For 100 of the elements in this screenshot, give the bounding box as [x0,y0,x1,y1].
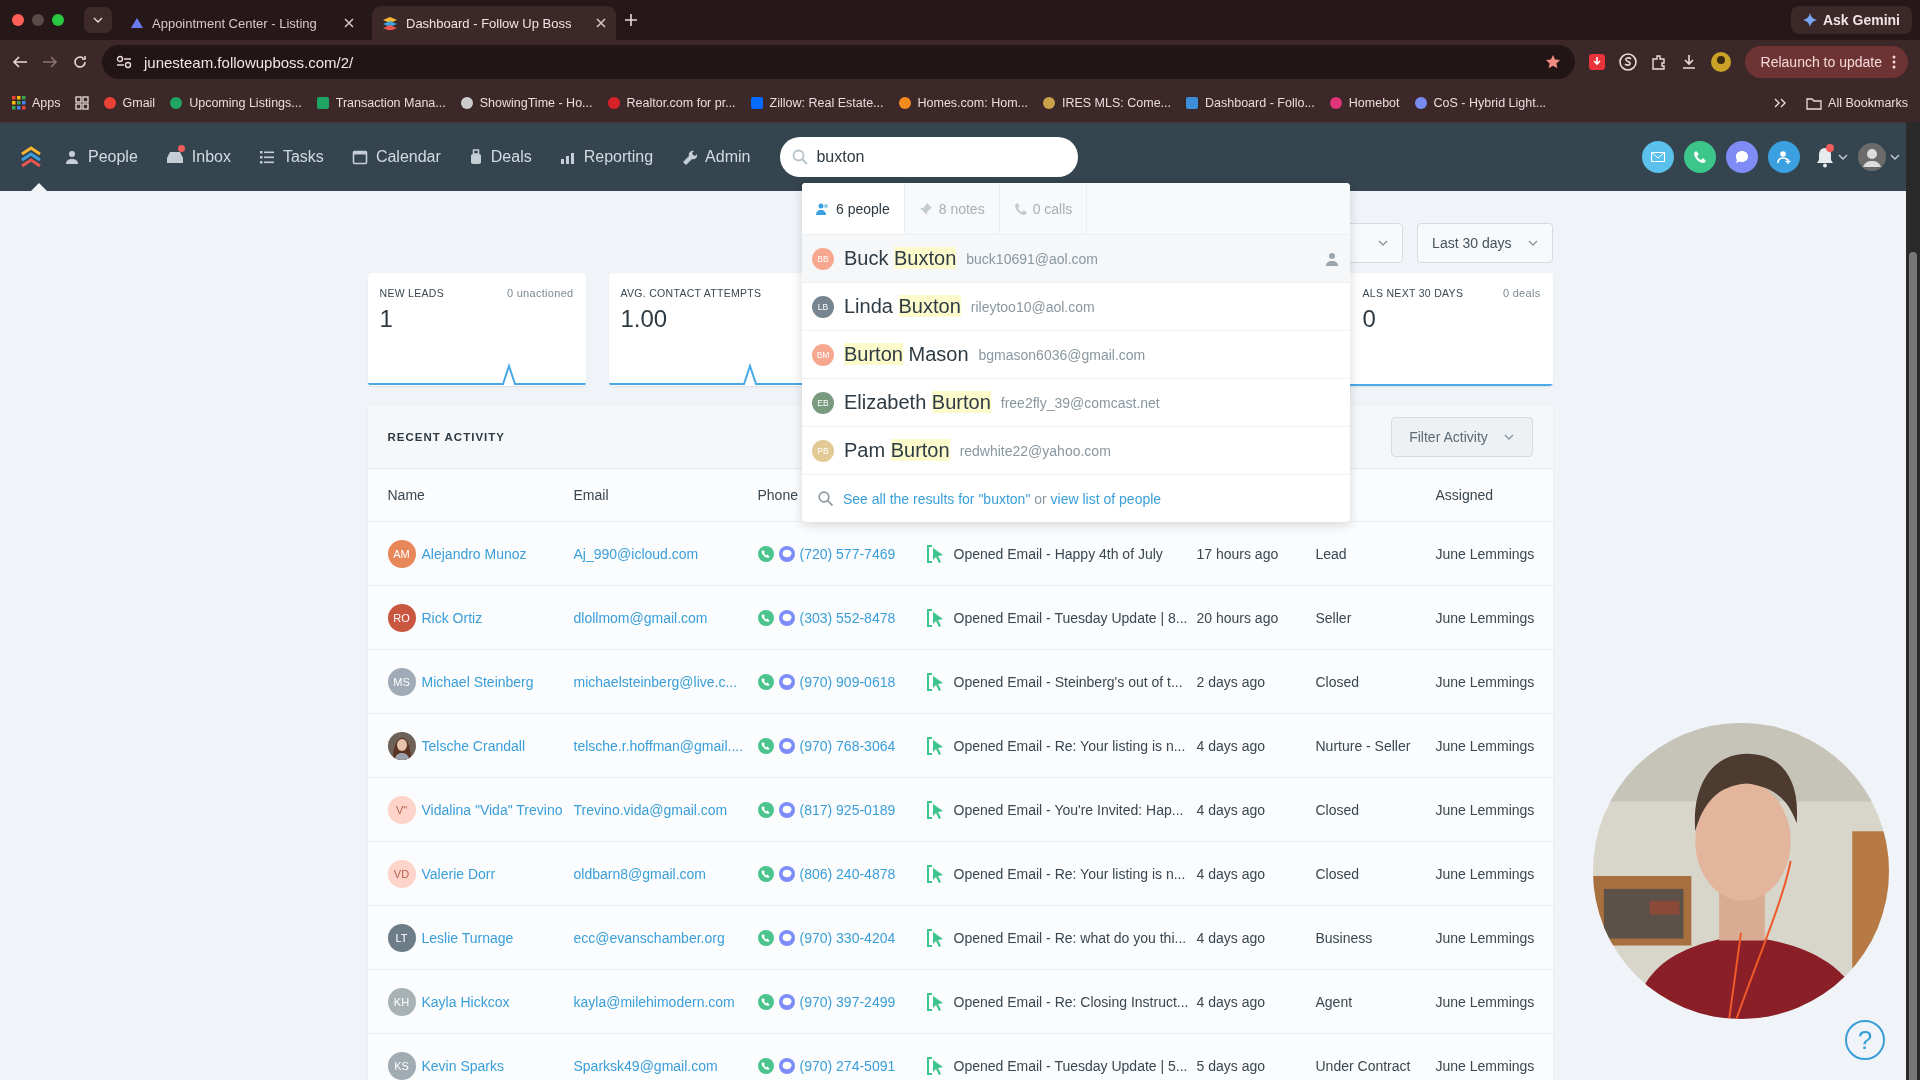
profile-avatar-icon[interactable] [1710,52,1731,72]
more-bookmarks-icon[interactable] [1774,98,1787,108]
back-icon[interactable] [12,54,28,70]
person-name: Buck Buxton [844,247,957,270]
stage-text: Nurture - Seller [1315,737,1412,754]
puzzle-icon[interactable] [1650,54,1667,70]
bookmark[interactable]: Transaction Mana... [315,96,446,110]
text-message-icon[interactable] [778,929,795,946]
bookmark[interactable]: Dashboard - Follo... [1185,96,1315,110]
filter-activity-button[interactable]: Filter Activity [1390,417,1533,457]
assigned-agent: June Lemmings [1435,737,1536,754]
new-tab-icon[interactable] [624,13,638,27]
nav-item[interactable]: Reporting [559,148,654,166]
chevron-down-icon[interactable] [1890,154,1900,160]
reload-icon[interactable] [72,54,88,70]
person-name: Elizabeth Burton [844,391,991,414]
more-icon [1892,55,1896,69]
results-tab[interactable]: 6 people [802,183,905,234]
activity-time: 17 hours ago [1196,545,1280,562]
nav-item[interactable]: People [64,148,138,166]
stat-label: AVG. CONTACT ATTEMPTS [620,287,762,299]
close-icon[interactable] [596,18,606,28]
text-message-icon[interactable] [778,865,795,882]
bookmark[interactable]: Upcoming Listings... [169,96,302,110]
extension-icon[interactable] [1588,54,1605,70]
column-header[interactable]: Assigned [1435,487,1553,503]
email-button[interactable] [1642,141,1674,173]
bookmark[interactable]: Zillow: Real Estate... [749,96,884,110]
close-icon[interactable] [344,18,354,28]
text-message-icon[interactable] [778,993,795,1010]
nav-item[interactable]: Tasks [258,148,324,166]
person-result[interactable]: BM Burton Mason bgmason6036@gmail.com [802,331,1350,379]
pin-icon [918,201,933,216]
activity-text: Opened Email - Re: Your listing is n... [953,737,1186,754]
assigned-agent: June Lemmings [1435,609,1536,626]
person-result[interactable]: BB Buck Buxton buck10691@aol.com [802,235,1350,283]
text-message-icon[interactable] [778,545,795,562]
browser-tab[interactable]: Appointment Center - Listing [120,6,364,40]
star-icon[interactable] [1544,54,1561,70]
relaunch-button[interactable]: Relaunch to update [1744,46,1908,78]
bookmark[interactable]: IRES MLS: Come... [1041,96,1172,110]
assigned-agent: June Lemmings [1435,1057,1536,1074]
message-button[interactable] [1726,141,1758,173]
activity-text: Opened Email - Happy 4th of July [953,545,1163,562]
activity-text: Opened Email - Re: Closing Instruct... [953,993,1189,1010]
text-message-icon[interactable] [778,1057,795,1074]
download-icon[interactable] [1680,54,1697,70]
person-result[interactable]: EB Elizabeth Burton free2fly_39@comcast.net [802,379,1350,427]
bookmark[interactable]: Homes.com: Hom... [897,96,1028,110]
forward-icon[interactable] [42,54,58,70]
window-control-icon[interactable] [52,14,64,26]
date-range-select[interactable]: Last 30 days [1417,223,1553,263]
site-settings-icon[interactable] [116,55,132,69]
bell-icon[interactable] [1814,146,1836,168]
nav-item[interactable]: Admin [681,148,751,166]
nav-item[interactable]: Inbox [165,148,231,166]
bookmark-icon [1041,96,1056,110]
activity-text: Opened Email - Steinberg's out of t... [953,673,1183,690]
avatar: AM [387,539,416,568]
extension-icon[interactable] [1618,53,1637,71]
activity-time: 4 days ago [1196,865,1266,882]
bookmark[interactable]: Gmail [102,96,156,110]
nav-item[interactable]: Deals [468,148,532,166]
search-field[interactable]: buxton [780,137,1079,177]
person-result[interactable]: LB Linda Buxton rileytoo10@aol.com [802,283,1350,331]
assigned-agent: June Lemmings [1435,801,1536,818]
tab-groups-icon[interactable] [74,96,89,110]
address-bar[interactable]: junesteam.followupboss.com/2/ [102,45,1575,79]
stage-text: Seller [1315,609,1353,626]
scrollbar-thumb[interactable] [1909,252,1917,1080]
search-icon [818,491,833,506]
window-control-icon[interactable] [12,14,24,26]
bookmark[interactable]: Apps [12,96,61,110]
browser-tab[interactable]: Dashboard - Follow Up Boss [372,6,616,40]
person-result[interactable]: PB Pam Burton redwhite22@yahoo.com [802,427,1350,475]
text-message-icon[interactable] [778,673,795,690]
add-person-button[interactable] [1768,141,1800,173]
assistant-button[interactable]: Ask Gemini [1790,6,1912,34]
bookmark[interactable]: ShowingTime - Ho... [459,96,593,110]
column-header[interactable]: Email [573,487,758,503]
call-button[interactable] [1684,141,1716,173]
people-icon [816,201,830,216]
mail-icon [1651,152,1665,162]
bookmark[interactable]: Realtor.com for pr... [606,96,736,110]
bookmark[interactable]: Homebot [1328,96,1400,110]
apps-icon[interactable] [12,96,26,110]
text-message-icon[interactable] [778,801,795,818]
logo-icon[interactable] [20,146,42,168]
column-header[interactable]: Name [387,487,574,503]
bookmark[interactable]: CoS - Hybrid Light... [1413,96,1547,110]
text-message-icon[interactable] [778,737,795,754]
chevron-down-icon[interactable] [1838,154,1848,160]
text-message-icon[interactable] [778,609,795,626]
nav-item[interactable]: Calendar [351,148,441,166]
stage-text: Lead [1315,545,1348,562]
tab-search-button[interactable] [84,7,112,33]
activity-text: Opened Email - You're Invited: Hap... [953,801,1184,818]
user-avatar-icon[interactable] [1858,143,1886,171]
all-bookmarks[interactable]: All Bookmarks [1806,96,1908,110]
chat-icon [1735,150,1749,164]
